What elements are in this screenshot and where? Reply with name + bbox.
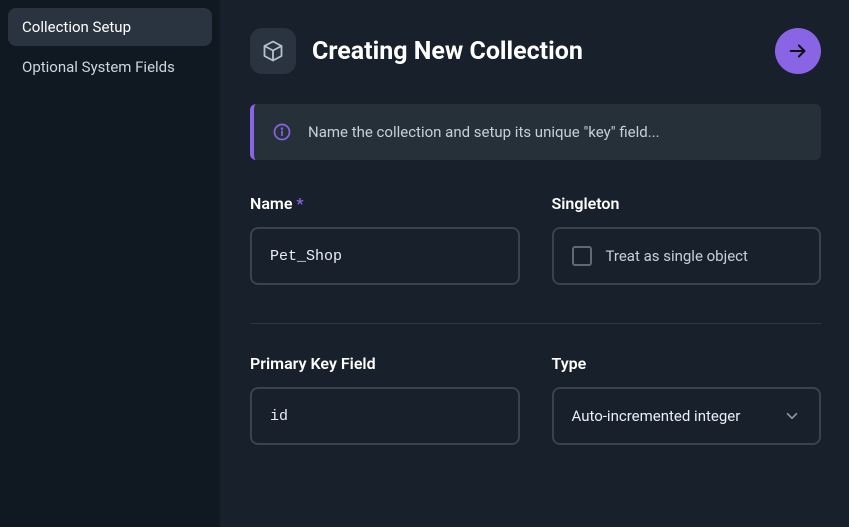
divider (250, 323, 821, 324)
info-icon (272, 122, 292, 142)
sidebar-item-label: Optional System Fields (22, 58, 175, 76)
checkbox-icon (572, 246, 592, 266)
type-selected-text: Auto-incremented integer (572, 407, 741, 425)
sidebar-item-label: Collection Setup (22, 18, 131, 36)
field-name: Name * (250, 194, 520, 285)
form-grid: Name * Singleton Treat as single object … (250, 194, 821, 469)
sidebar: Collection Setup Optional System Fields (0, 0, 220, 527)
required-indicator: * (296, 194, 303, 213)
next-button[interactable] (775, 28, 821, 74)
field-primary-key: Primary Key Field (250, 354, 520, 445)
info-banner-text: Name the collection and setup its unique… (308, 123, 660, 141)
field-singleton: Singleton Treat as single object (552, 194, 822, 285)
arrow-right-icon (787, 40, 809, 62)
cube-icon (261, 39, 285, 63)
type-label: Type (552, 354, 822, 373)
page-title: Creating New Collection (312, 37, 759, 66)
primary-key-label: Primary Key Field (250, 354, 520, 373)
header-row: Creating New Collection (250, 28, 821, 74)
sidebar-item-optional-system-fields[interactable]: Optional System Fields (8, 48, 212, 86)
main-content: Creating New Collection Name the collect… (220, 0, 849, 527)
type-select[interactable]: Auto-incremented integer (552, 387, 822, 445)
primary-key-input[interactable] (250, 387, 520, 445)
field-type: Type Auto-incremented integer (552, 354, 822, 445)
collection-icon-box (250, 28, 296, 74)
info-banner: Name the collection and setup its unique… (250, 104, 821, 160)
singleton-label: Singleton (552, 194, 822, 213)
singleton-checkbox-row[interactable]: Treat as single object (552, 227, 822, 285)
chevron-down-icon (783, 407, 801, 425)
singleton-option-text: Treat as single object (606, 247, 748, 265)
name-input[interactable] (250, 227, 520, 285)
sidebar-item-collection-setup[interactable]: Collection Setup (8, 8, 212, 46)
name-label: Name * (250, 194, 520, 213)
name-label-text: Name (250, 194, 292, 213)
